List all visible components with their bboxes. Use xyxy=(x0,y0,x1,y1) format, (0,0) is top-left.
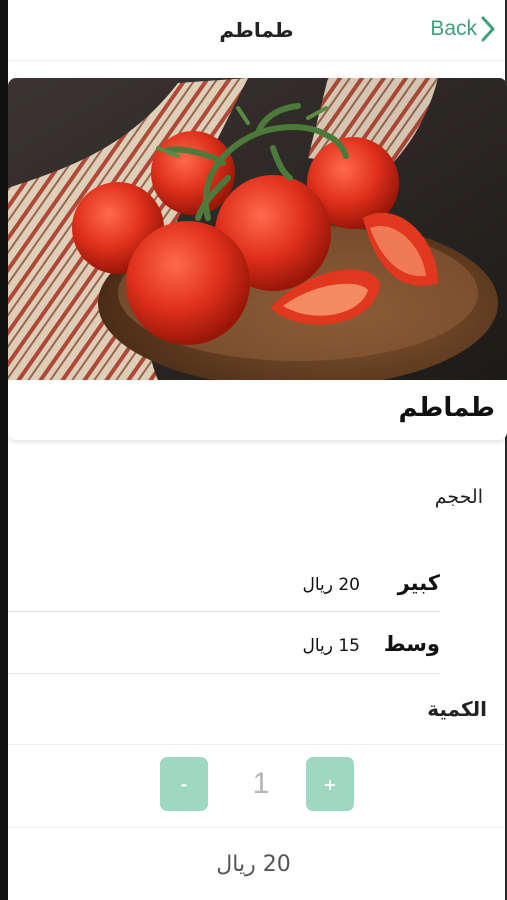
size-option-medium[interactable]: وسط 15 ريال xyxy=(8,624,440,684)
quantity-stepper: - 1 + xyxy=(8,744,505,828)
total-price: 20 ريال xyxy=(216,852,291,877)
size-section-title: الحجم xyxy=(434,486,483,508)
divider xyxy=(8,611,440,612)
size-option-price: 20 ريال xyxy=(302,575,360,595)
size-option-price: 15 ريال xyxy=(302,636,360,656)
nav-bar: طماطم Back xyxy=(8,0,505,61)
divider xyxy=(8,673,440,674)
back-button[interactable]: Back xyxy=(430,16,495,42)
product-title: طماطم xyxy=(398,393,495,423)
back-label: Back xyxy=(430,17,477,40)
size-option-label: كبير xyxy=(397,571,440,595)
increase-quantity-button[interactable]: + xyxy=(306,757,354,811)
product-card: طماطم xyxy=(8,78,507,440)
product-image xyxy=(8,78,507,380)
size-option-large[interactable]: كبير 20 ريال xyxy=(8,563,440,623)
quantity-value: 1 xyxy=(252,767,270,800)
quantity-section-title: الكمية xyxy=(427,697,487,721)
decrease-quantity-button[interactable]: - xyxy=(160,757,208,811)
size-option-label: وسط xyxy=(383,632,440,656)
screen-edge-left xyxy=(0,0,8,900)
chevron-right-icon xyxy=(481,16,495,42)
